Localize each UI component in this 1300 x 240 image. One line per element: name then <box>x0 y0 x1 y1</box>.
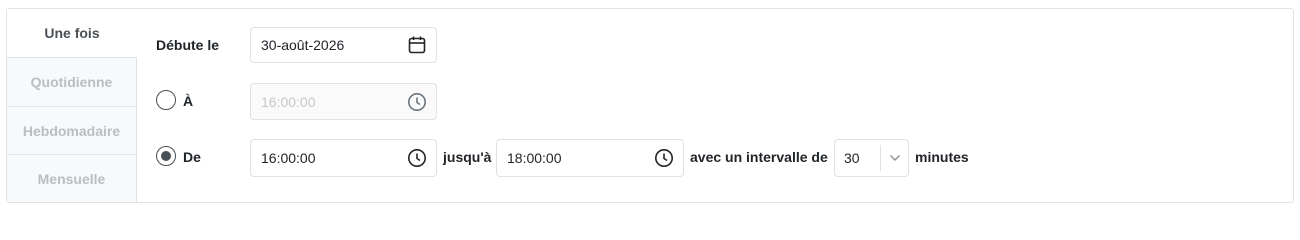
at-time-value: 16:00:00 <box>261 93 316 110</box>
tab-hebdomadaire[interactable]: Hebdomadaire <box>7 106 137 154</box>
minutes-label: minutes <box>915 149 969 165</box>
tab-mensuelle[interactable]: Mensuelle <box>7 154 137 202</box>
clock-icon[interactable] <box>653 147 675 169</box>
tab-une-fois[interactable]: Une fois <box>7 9 137 57</box>
to-time-field[interactable]: 18:00:00 <box>496 139 684 177</box>
interval-label: avec un intervalle de <box>690 149 828 165</box>
interval-select[interactable]: 30 <box>834 139 909 177</box>
calendar-icon[interactable] <box>406 34 428 56</box>
tab-quotidienne[interactable]: Quotidienne <box>7 57 137 106</box>
from-time-value: 16:00:00 <box>261 150 316 166</box>
range-label: De <box>183 149 201 165</box>
at-label: À <box>183 93 194 109</box>
to-time-value: 18:00:00 <box>507 150 562 166</box>
clock-icon[interactable] <box>406 147 428 169</box>
at-radio[interactable] <box>156 90 176 110</box>
start-date-label: Débute le <box>156 37 220 53</box>
clock-icon[interactable] <box>406 91 428 113</box>
start-date-value: 30-août-2026 <box>261 37 345 53</box>
at-time-field[interactable]: 16:00:00 <box>250 83 437 120</box>
radio-selected-dot <box>161 151 171 161</box>
chevron-down-icon[interactable] <box>881 154 908 162</box>
range-radio[interactable] <box>156 146 176 166</box>
until-label: jusqu'à <box>443 149 492 165</box>
from-time-field[interactable]: 16:00:00 <box>250 139 437 177</box>
interval-value: 30 <box>844 150 860 166</box>
start-date-field[interactable]: 30-août-2026 <box>250 27 437 63</box>
frequency-tabs: Une fois Quotidienne Hebdomadaire Mensue… <box>7 9 137 202</box>
